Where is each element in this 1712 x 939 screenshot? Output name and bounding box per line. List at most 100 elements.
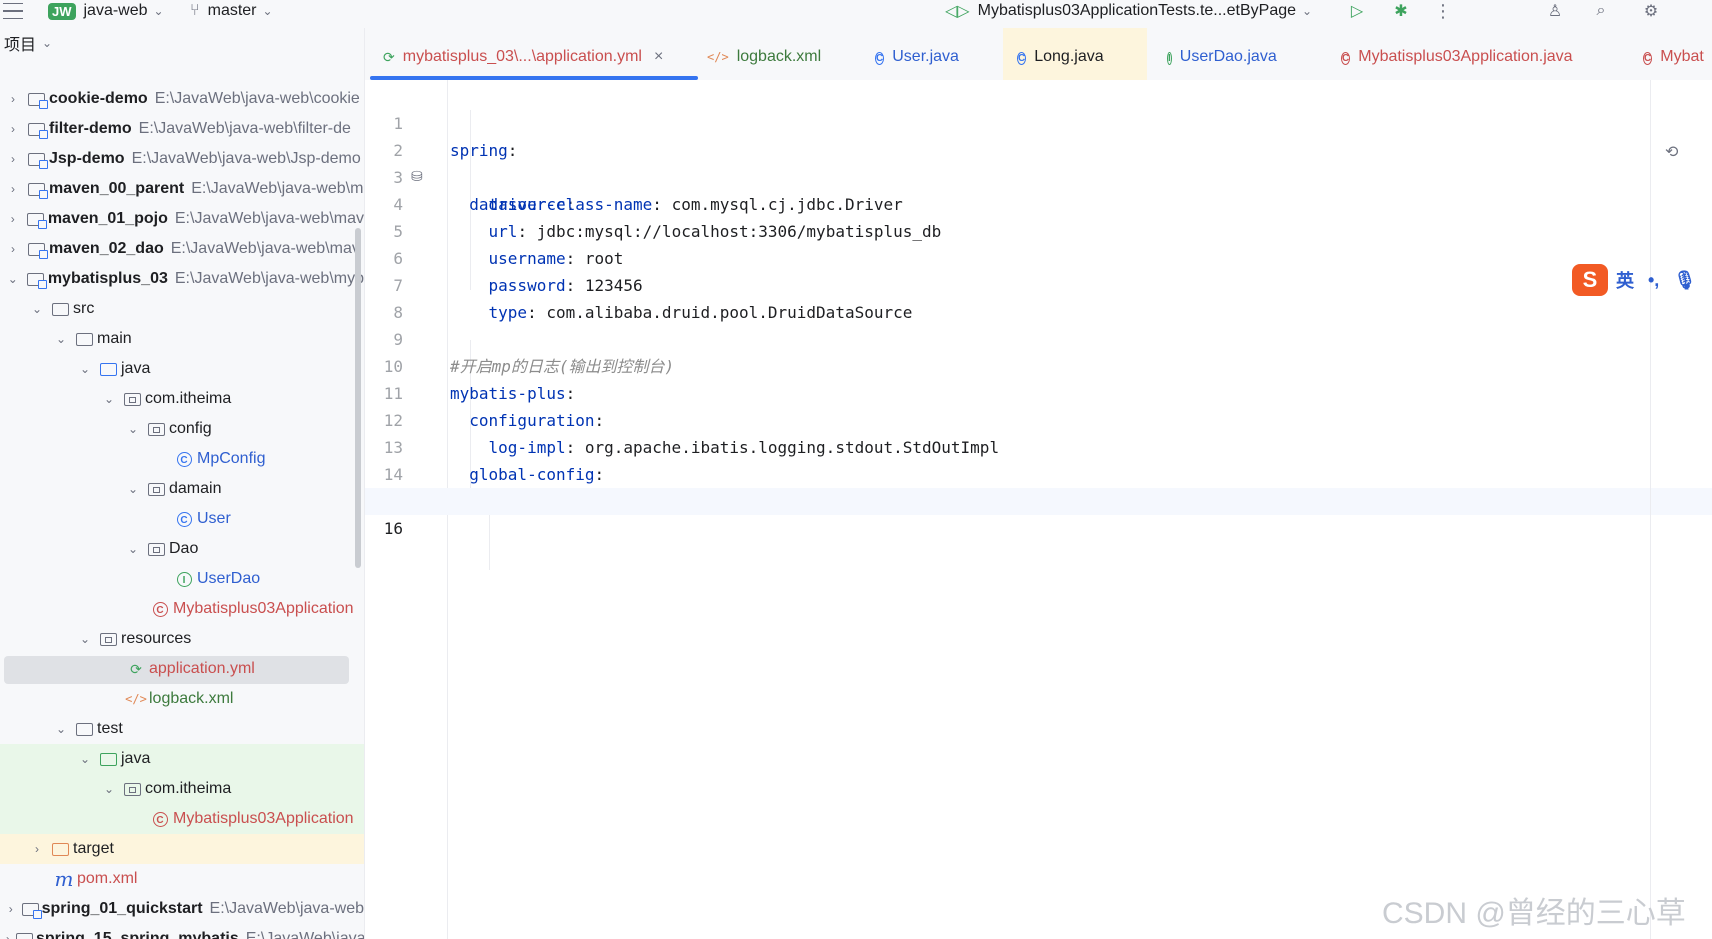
tree-item-userdao[interactable]: I UserDao [0, 564, 364, 594]
code-line: 3 driver-class-name: com.mysql.cj.jdbc.D… [365, 137, 1712, 214]
interface-icon: I [174, 570, 194, 588]
code-line: 4 url: jdbc:mysql://localhost:3306/mybat… [365, 164, 1712, 241]
tree-item-maven-02-dao[interactable]: › maven_02_dao E:\JavaWeb\java-web\mav [0, 234, 364, 264]
tree-item-test-mybatisplus03application[interactable]: C Mybatisplus03Application [0, 804, 364, 834]
run-configuration-select[interactable]: ◁▷ Mybatisplus03ApplicationTests.te...et… [945, 0, 1312, 22]
project-panel-header[interactable]: 项目 ⌄ [0, 28, 364, 58]
add-user-icon[interactable]: ♙ [1544, 0, 1566, 22]
module-icon [26, 120, 48, 139]
tree-item-maven-01-pojo[interactable]: › maven_01_pojo E:\JavaWeb\java-web\mav [0, 204, 364, 234]
tree-label: target [73, 840, 114, 857]
punctuation-icon[interactable]: •, [1648, 270, 1659, 291]
tree-item-cookie-demo[interactable]: › cookie-demo E:\JavaWeb\java-web\cookie [0, 84, 364, 114]
tree-path: E:\JavaWeb\java-web\filter-de [138, 120, 351, 137]
debug-icon[interactable]: ✱ [1390, 0, 1412, 22]
tree-item-mpconfig[interactable]: C MpConfig [0, 444, 364, 474]
tree-item-com-itheima[interactable]: ⌄ com.itheima [0, 384, 364, 414]
tab-label: UserDao.java [1179, 48, 1277, 65]
tree-item-spring-01-quickstart[interactable]: › spring_01_quickstart E:\JavaWeb\java-w… [0, 894, 364, 924]
project-scrollbar[interactable] [355, 228, 361, 568]
tree-item-maven-00-parent[interactable]: › maven_00_parent E:\JavaWeb\java-web\m [0, 174, 364, 204]
code-line: 9 #开启mp的日志(输出到控制台) [365, 299, 1712, 376]
branch-name: master [207, 2, 257, 19]
tree-item-test-java[interactable]: ⌄ java [0, 744, 364, 774]
tree-label: test [97, 720, 123, 737]
chevron-down-icon: ⌄ [55, 332, 67, 346]
tree-item-application-yml[interactable]: ⟳ application.yml [0, 654, 364, 684]
run-config-name: Mybatisplus03ApplicationTests.te...etByP… [977, 2, 1297, 19]
branch-icon: ⑂ [190, 2, 200, 19]
run-icon[interactable]: ▷ [1346, 0, 1368, 22]
microphone-icon[interactable]: 🎙 [1673, 270, 1696, 291]
tree-item-test[interactable]: ⌄ test [0, 714, 364, 744]
tree-item-jsp-demo[interactable]: › Jsp-demo E:\JavaWeb\java-web\Jsp-demo [0, 144, 364, 174]
tree-item-spring-15-spring-mybatis[interactable]: › spring_15_spring_mybatis E:\JavaWeb\ja… [0, 924, 364, 939]
tree-item-mybatisplus-03[interactable]: ⌄ mybatisplus_03 E:\JavaWeb\java-web\myb [0, 264, 364, 294]
ime-language[interactable]: 英 [1616, 267, 1634, 293]
more-icon[interactable]: ⋮ [1432, 0, 1454, 22]
tab-label: Long.java [1034, 48, 1104, 65]
tree-item-pom-xml[interactable]: m pom.xml [0, 864, 364, 894]
tree-label: User [197, 510, 231, 527]
tree-label: maven_02_dao [49, 240, 164, 257]
code-line-current: 16 [365, 488, 1712, 538]
chevron-down-icon: ⌄ [1302, 4, 1313, 18]
tab-label: logback.xml [736, 48, 822, 65]
tree-label: maven_01_pojo [47, 210, 168, 227]
tree-item-main[interactable]: ⌄ main [0, 324, 364, 354]
tree-item-mybatisplus03application[interactable]: C Mybatisplus03Application [0, 594, 364, 624]
code-editor[interactable]: 1 spring: 2 ⛁ datasource: 3 driver-class… [365, 80, 1712, 939]
tab-mybat[interactable]: C Mybat [1643, 42, 1704, 72]
line-number: 16 [383, 519, 403, 538]
close-icon[interactable]: × [654, 48, 663, 66]
module-icon [26, 270, 47, 289]
chevron-down-icon: ⌄ [103, 392, 115, 406]
main-menu-icon[interactable] [2, 0, 24, 22]
tree-item-config[interactable]: ⌄ config [0, 414, 364, 444]
tree-item-resources[interactable]: ⌄ resources [0, 624, 364, 654]
tree-item-src[interactable]: ⌄ src [0, 294, 364, 324]
tree-item-user[interactable]: C User [0, 504, 364, 534]
tab-label: Mybatisplus03Application.java [1358, 48, 1573, 65]
search-icon[interactable]: ⌕ [1590, 0, 1612, 22]
code-line: 5 username: root [365, 191, 1712, 268]
code-line: 13 global-config: [365, 407, 1712, 484]
gear-icon[interactable]: ⚙ [1640, 0, 1662, 22]
module-icon [26, 210, 47, 229]
tree-item-test-com-itheima[interactable]: ⌄ com.itheima [0, 774, 364, 804]
tree-path: E:\JavaWeb\java-web\mav [170, 240, 360, 257]
refresh-icon[interactable]: ⟲ [1665, 142, 1678, 162]
tree-label: damain [169, 480, 222, 497]
tree-item-damain[interactable]: ⌄ damain [0, 474, 364, 504]
class-icon: C [174, 510, 194, 528]
tab-logback-xml[interactable]: </> logback.xml [707, 42, 821, 72]
tab-mybatisplus03application-java[interactable]: C Mybatisplus03Application.java [1341, 42, 1573, 72]
tree-label: maven_00_parent [49, 180, 185, 197]
project-switcher[interactable]: JW java-web ⌄ [48, 0, 164, 22]
tree-item-dao[interactable]: ⌄ Dao [0, 534, 364, 564]
resources-folder-icon [98, 630, 118, 648]
tree-item-filter-demo[interactable]: › filter-demo E:\JavaWeb\java-web\filter… [0, 114, 364, 144]
folder-icon [74, 720, 94, 738]
tab-label: Mybat [1660, 48, 1704, 65]
chevron-down-icon: ⌄ [42, 36, 53, 50]
project-badge: JW [48, 2, 76, 20]
tab-user-java[interactable]: C User.java [875, 42, 959, 72]
tab-long-java[interactable]: C Long.java [1017, 42, 1104, 72]
chevron-down-icon: ⌄ [127, 422, 139, 436]
tree-item-target[interactable]: › target [0, 834, 364, 864]
class-icon: C [174, 450, 194, 468]
branch-switcher[interactable]: ⑂ master ⌄ [190, 0, 273, 22]
code-line: 10 mybatis-plus: [365, 326, 1712, 403]
code-line: 1 spring: [365, 83, 1712, 160]
tree-path: E:\JavaWeb\java-web\m [191, 180, 364, 197]
tree-item-java[interactable]: ⌄ java [0, 354, 364, 384]
tab-application-yml[interactable]: ⟳ mybatisplus_03\...\application.yml × [383, 42, 663, 72]
ime-toolbar[interactable]: S 英 •, 🎙 [1572, 262, 1696, 298]
module-icon [21, 900, 42, 919]
tab-userdao-java[interactable]: I UserDao.java [1167, 42, 1277, 72]
interface-icon: I [1167, 52, 1172, 65]
tree-item-logback-xml[interactable]: </> logback.xml [0, 684, 364, 714]
chevron-down-icon: ⌄ [153, 4, 164, 18]
watermark: CSDN @曾经的三心草 [1382, 897, 1686, 930]
